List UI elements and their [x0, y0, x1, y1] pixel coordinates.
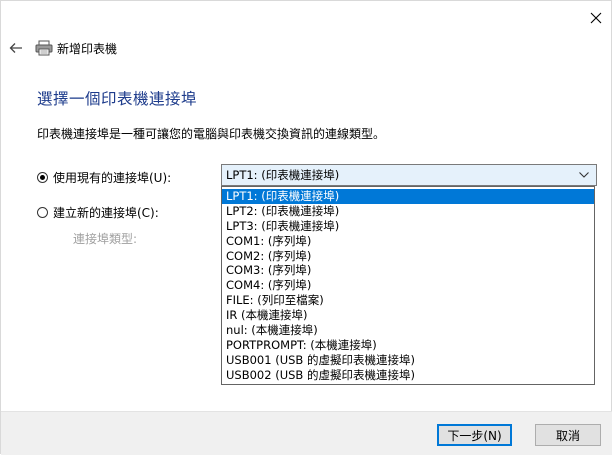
port-dropdown-list: LPT1: (印表機連接埠) LPT2: (印表機連接埠) LPT3: (印表機…: [221, 186, 595, 385]
close-icon: [590, 9, 602, 28]
port-option[interactable]: LPT2: (印表機連接埠): [222, 204, 594, 219]
port-option[interactable]: COM3: (序列埠): [222, 263, 594, 278]
port-option[interactable]: USB001 (USB 的虛擬印表機連接埠): [222, 353, 594, 368]
existing-port-selected-value: LPT1: (印表機連接埠): [226, 168, 340, 182]
chevron-down-icon: [578, 168, 590, 182]
port-type-label: 連接埠類型:: [73, 232, 138, 246]
port-option[interactable]: nul: (本機連接埠): [222, 323, 594, 338]
nav-title: 新增印表機: [57, 41, 118, 56]
port-option[interactable]: COM1: (序列埠): [222, 234, 594, 249]
back-button[interactable]: [7, 39, 25, 57]
port-option[interactable]: IR (本機連接埠): [222, 308, 594, 323]
page-heading: 選擇一個印表機連接埠: [37, 90, 198, 108]
use-existing-port-option[interactable]: 使用現有的連接埠(U):: [37, 169, 171, 186]
port-option[interactable]: LPT3: (印表機連接埠): [222, 219, 594, 234]
next-button[interactable]: 下一步(N): [437, 424, 512, 446]
port-option[interactable]: PORTPROMPT: (本機連接埠): [222, 338, 594, 353]
use-existing-port-label: 使用現有的連接埠(U):: [53, 171, 172, 185]
page-description: 印表機連接埠是一種可讓您的電腦與印表機交換資訊的連線類型。: [37, 127, 386, 141]
port-option[interactable]: LPT1: (印表機連接埠): [222, 189, 594, 204]
close-button[interactable]: [585, 7, 607, 29]
add-printer-dialog: 新增印表機 選擇一個印表機連接埠 印表機連接埠是一種可讓您的電腦與印表機交換資訊…: [0, 0, 612, 455]
create-new-port-label: 建立新的連接埠(C):: [53, 206, 159, 220]
existing-port-select[interactable]: LPT1: (印表機連接埠): [221, 164, 597, 186]
printer-icon: [35, 40, 53, 56]
nav-row: 新增印表機: [7, 37, 117, 59]
port-option[interactable]: COM2: (序列埠): [222, 249, 594, 264]
cancel-button[interactable]: 取消: [535, 424, 601, 446]
create-new-port-radio[interactable]: [37, 207, 48, 218]
port-option[interactable]: COM4: (序列埠): [222, 278, 594, 293]
use-existing-port-radio[interactable]: [37, 172, 48, 183]
port-option[interactable]: FILE: (列印至檔案): [222, 293, 594, 308]
dialog-footer: 下一步(N) 取消: [1, 411, 612, 455]
create-new-port-option[interactable]: 建立新的連接埠(C):: [37, 204, 159, 221]
back-arrow-icon: [9, 39, 23, 58]
port-option[interactable]: USB002 (USB 的虛擬印表機連接埠): [222, 368, 594, 383]
